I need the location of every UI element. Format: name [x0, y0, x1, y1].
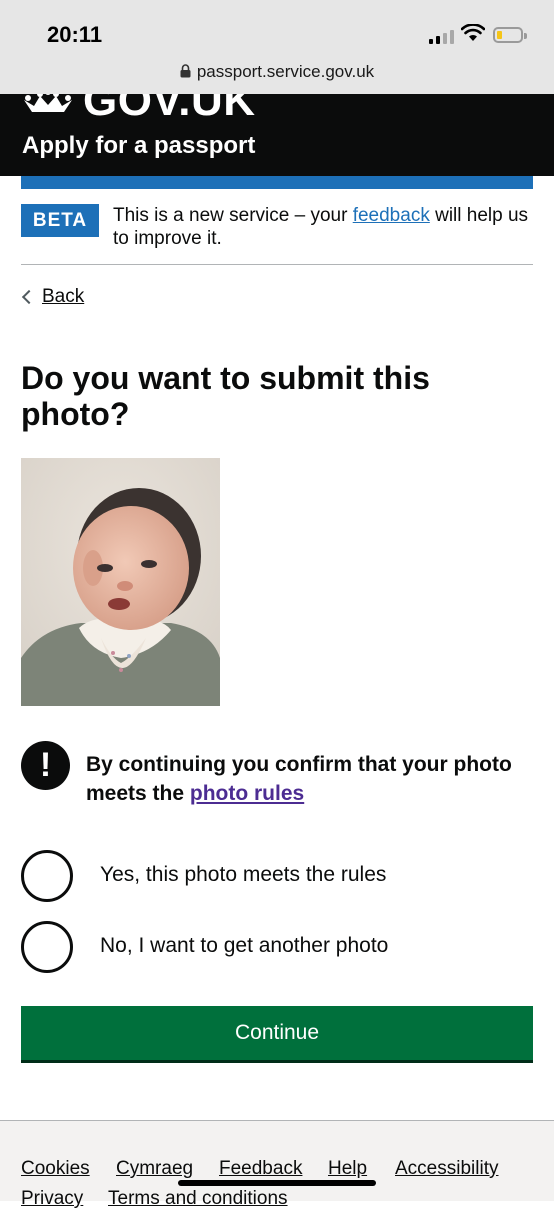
feedback-link[interactable]: feedback	[353, 205, 430, 226]
url-text: passport.service.gov.uk	[196, 62, 375, 81]
footer-link-cookies[interactable]: Cookies	[21, 1158, 90, 1180]
radio-yes-label[interactable]: Yes, this photo meets the rules	[100, 863, 386, 887]
radio-yes[interactable]: Yes, this photo meets the rules	[21, 850, 533, 906]
warning-text: By continuing you confirm that your phot…	[86, 750, 531, 808]
footer: Cookies Cymraeg Feedback Help Accessibil…	[0, 1120, 554, 1209]
status-bar: 20:11 passport.service.gov.uk	[0, 0, 554, 94]
radio-no-label[interactable]: No, I want to get another photo	[100, 934, 388, 958]
passport-photo	[21, 458, 220, 706]
footer-link-accessibility[interactable]: Accessibility	[395, 1158, 498, 1180]
radio-yes-circle[interactable]	[21, 850, 73, 902]
divider	[21, 264, 533, 265]
battery-icon	[493, 27, 527, 43]
footer-link-privacy[interactable]: Privacy	[21, 1188, 83, 1210]
address-bar[interactable]: passport.service.gov.uk	[0, 62, 554, 82]
footer-link-feedback[interactable]: Feedback	[219, 1158, 302, 1180]
warning-icon: !	[21, 741, 70, 790]
photo-rules-link[interactable]: photo rules	[190, 782, 304, 805]
back-link[interactable]: Back	[21, 286, 84, 308]
beta-tag: BETA	[21, 204, 99, 237]
continue-button[interactable]: Continue	[21, 1006, 533, 1060]
back-link-label: Back	[42, 286, 85, 307]
crown-icon	[24, 94, 72, 112]
page-title: Do you want to submit this photo?	[21, 360, 430, 432]
banner-text-before: This is a new service – your	[113, 205, 353, 226]
footer-link-cymraeg[interactable]: Cymraeg	[116, 1158, 193, 1180]
govuk-header: GOV.UK Apply for a passport	[0, 94, 554, 176]
clock: 20:11	[47, 22, 103, 47]
phase-banner-text: This is a new service – your feedback wi…	[113, 204, 538, 250]
chevron-left-icon	[21, 289, 37, 305]
wifi-icon	[461, 24, 485, 41]
radio-no[interactable]: No, I want to get another photo	[21, 921, 533, 977]
govuk-logo[interactable]: GOV.UK	[83, 94, 256, 126]
signal-icon	[429, 30, 454, 44]
radio-no-circle[interactable]	[21, 921, 73, 973]
footer-link-terms[interactable]: Terms and conditions	[108, 1188, 288, 1210]
service-name[interactable]: Apply for a passport	[22, 132, 255, 160]
home-indicator[interactable]	[178, 1180, 376, 1186]
header-blue-band	[21, 176, 533, 189]
lock-icon	[180, 64, 191, 78]
footer-link-help[interactable]: Help	[328, 1158, 367, 1180]
